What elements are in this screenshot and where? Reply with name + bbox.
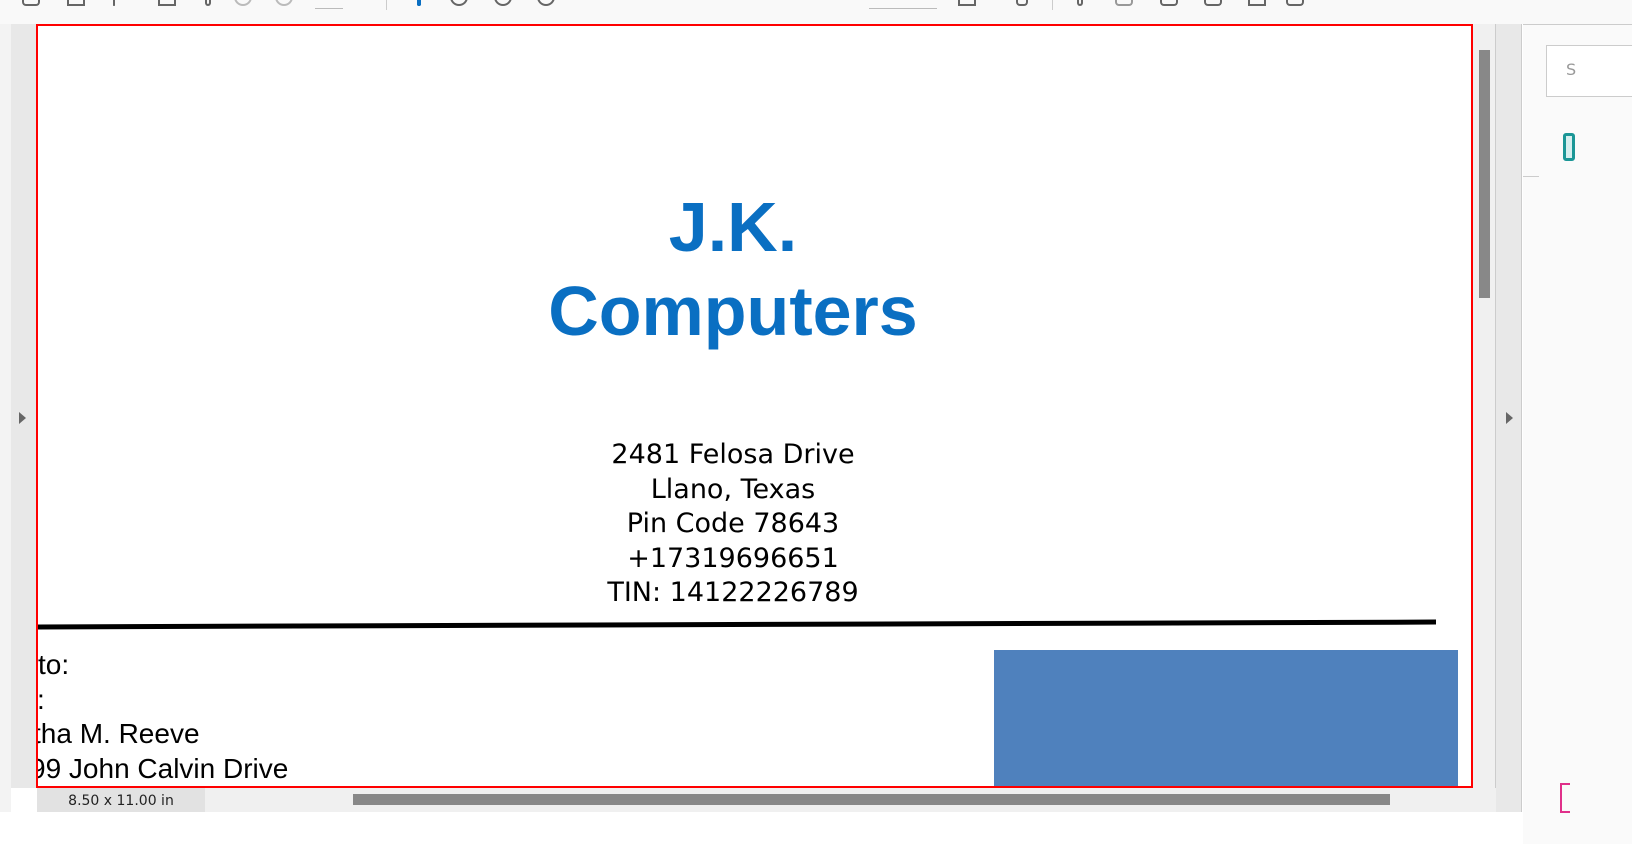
undo-icon[interactable] bbox=[494, 0, 512, 6]
vertical-scrollbar[interactable] bbox=[1473, 24, 1496, 788]
page-icon[interactable] bbox=[158, 0, 176, 6]
left-gutter bbox=[0, 24, 11, 812]
divider-line bbox=[38, 619, 1437, 630]
bill-to-label: to: bbox=[38, 649, 70, 680]
toolbar bbox=[0, 0, 1632, 24]
address-label: s: bbox=[37, 683, 45, 715]
search-icon[interactable] bbox=[205, 0, 211, 6]
tool-icon[interactable] bbox=[1563, 133, 1575, 161]
marker-icon[interactable] bbox=[1016, 0, 1028, 6]
company-name-line1: J.K. bbox=[668, 188, 798, 266]
address-pin: Pin Code 78643 bbox=[626, 508, 840, 539]
clipboard-icon[interactable] bbox=[1248, 0, 1266, 6]
address-tin: TIN: 14122226789 bbox=[607, 577, 859, 608]
zoom-in-icon[interactable] bbox=[275, 0, 293, 6]
fit-width-icon[interactable] bbox=[958, 0, 976, 6]
play-icon[interactable] bbox=[1077, 0, 1083, 6]
pdf-tool-icon[interactable] bbox=[1560, 783, 1570, 813]
right-panel: S bbox=[1523, 24, 1632, 844]
right-panel-toggle[interactable] bbox=[1496, 24, 1522, 812]
bill-to-block: to: s: tha M. Reeve 99 John Calvin Drive bbox=[36, 648, 289, 786]
page-size: 8.50 x 11.00 in bbox=[37, 788, 205, 812]
edit-icon[interactable] bbox=[1204, 0, 1222, 6]
zoom-field[interactable] bbox=[869, 8, 937, 9]
invoice-header-box bbox=[994, 650, 1458, 786]
address-street: 2481 Felosa Drive bbox=[611, 439, 855, 470]
company-name-line2: Computers bbox=[548, 272, 918, 350]
expand-arrow-icon[interactable] bbox=[19, 412, 26, 424]
document-page: J.K. Computers 2481 Felosa Drive Llano, … bbox=[36, 24, 1473, 788]
expand-arrow-icon[interactable] bbox=[1506, 412, 1513, 424]
view-icon[interactable] bbox=[22, 0, 40, 6]
status-bar: 8.50 x 11.00 in bbox=[37, 788, 1496, 812]
left-panel-toggle[interactable] bbox=[11, 24, 37, 788]
sign-icon[interactable] bbox=[1160, 0, 1178, 6]
star-icon[interactable] bbox=[67, 0, 85, 6]
address-phone: +17319696651 bbox=[627, 542, 839, 574]
customer-street: 99 John Calvin Drive bbox=[36, 752, 289, 784]
horizontal-scroll-thumb[interactable] bbox=[353, 794, 1390, 805]
share-icon[interactable] bbox=[1286, 0, 1304, 6]
pen-icon[interactable] bbox=[417, 0, 421, 6]
customer-name: tha M. Reeve bbox=[36, 718, 200, 749]
cursor-icon[interactable] bbox=[113, 0, 115, 6]
redo-icon[interactable] bbox=[537, 0, 555, 6]
vertical-scroll-thumb[interactable] bbox=[1479, 50, 1490, 298]
search-input[interactable]: S bbox=[1546, 45, 1632, 97]
address-city: Llano, Texas bbox=[650, 473, 816, 505]
page-number-field[interactable] bbox=[315, 8, 343, 9]
rotate-icon[interactable] bbox=[450, 0, 468, 6]
highlight-icon[interactable] bbox=[1115, 0, 1133, 6]
company-address: 2481 Felosa Drive Llano, Texas Pin Code … bbox=[38, 438, 1428, 611]
zoom-out-icon[interactable] bbox=[234, 0, 252, 6]
divider bbox=[1523, 176, 1539, 177]
